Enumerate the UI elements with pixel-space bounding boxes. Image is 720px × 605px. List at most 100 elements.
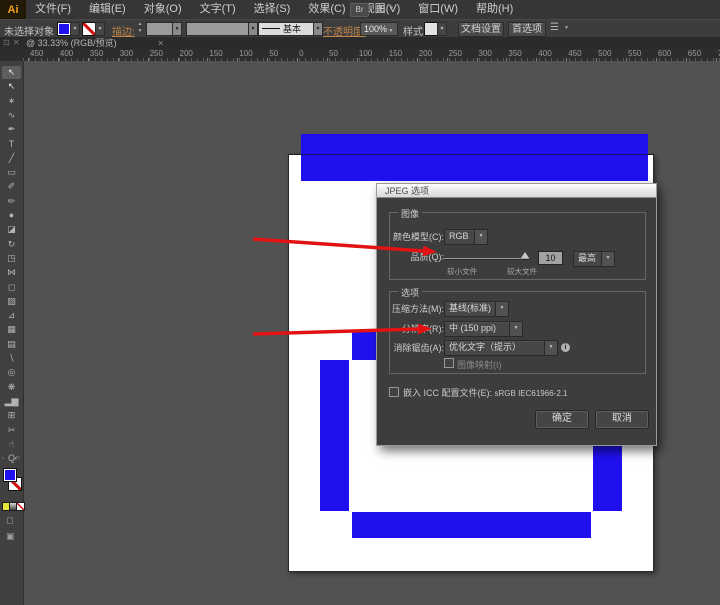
- style-swatch[interactable]: [424, 22, 438, 36]
- menu-item-3[interactable]: 文字(T): [191, 0, 245, 19]
- stroke-style-dropdown-icon[interactable]: ▼: [313, 22, 323, 36]
- canvas-area[interactable]: ↖↖✶∿✒T╱▭✐✏●◪↻◳⋈◻▨⊿▦▤∖◎❋▂▆⊞✂☝Q ▫ ↶ ◻ ▣ JP…: [0, 61, 720, 605]
- quality-value-input[interactable]: 10: [538, 251, 563, 265]
- slice-tool[interactable]: ✂: [2, 424, 21, 437]
- style-dropdown-icon[interactable]: ▼: [437, 22, 447, 36]
- bridge-icon[interactable]: Br: [350, 3, 369, 17]
- pencil-tool[interactable]: ✏: [2, 195, 21, 208]
- none-button[interactable]: [16, 502, 25, 511]
- menu-item-2[interactable]: 对象(O): [135, 0, 191, 19]
- menu-item-8[interactable]: 帮助(H): [467, 0, 522, 19]
- quality-preset-select[interactable]: 最高 ▼: [573, 251, 615, 267]
- gradient-tool[interactable]: ▤: [2, 338, 21, 351]
- scale-tool[interactable]: ◳: [2, 252, 21, 265]
- default-fill-stroke-icon[interactable]: ▫: [2, 456, 4, 462]
- lasso-tool[interactable]: ∿: [2, 109, 21, 122]
- stroke-weight-dropdown-icon[interactable]: ▼: [172, 22, 182, 36]
- blob-brush-tool[interactable]: ●: [2, 209, 21, 222]
- brush-definition-select[interactable]: [186, 22, 249, 36]
- document-setup-button[interactable]: 文档设置: [458, 22, 504, 37]
- menu-item-7[interactable]: 窗口(W): [409, 0, 467, 19]
- blue-rect-small[interactable]: [352, 332, 377, 360]
- chevron-down-icon: ▼: [509, 322, 522, 336]
- ruler-label: 250: [150, 49, 163, 58]
- menu-item-1[interactable]: 编辑(E): [80, 0, 135, 19]
- tab-close-icon[interactable]: ×: [158, 37, 163, 49]
- cancel-button[interactable]: 取消: [596, 411, 648, 428]
- color-model-select[interactable]: RGB ▼: [444, 229, 488, 245]
- stroke-weight-stepper[interactable]: ▲▼: [136, 21, 144, 35]
- type-tool[interactable]: T: [2, 138, 21, 151]
- imagemap-checkbox[interactable]: [444, 358, 454, 368]
- ruler-label: 200: [419, 49, 432, 58]
- ok-button[interactable]: 确定: [536, 411, 588, 428]
- antialias-select[interactable]: 优化文字（提示） ▼: [444, 340, 558, 356]
- magic-wand-tool[interactable]: ✶: [2, 95, 21, 108]
- style-label: 样式:: [403, 23, 426, 38]
- panel-close-icon[interactable]: ✕: [13, 37, 20, 49]
- stroke-weight-value[interactable]: [146, 22, 173, 36]
- blend-tool[interactable]: ◎: [2, 366, 21, 379]
- stroke-color-swatch[interactable]: [82, 22, 96, 36]
- free-transform-tool[interactable]: ◻: [2, 281, 21, 294]
- shape-builder-tool[interactable]: ▨: [2, 295, 21, 308]
- stroke-weight-label[interactable]: 描边:: [112, 23, 135, 38]
- ruler-label: 100: [359, 49, 372, 58]
- paintbrush-tool[interactable]: ✐: [2, 180, 21, 193]
- document-tab[interactable]: @ 33.33% (RGB/预览): [26, 37, 117, 49]
- compression-select[interactable]: 基线(标准) ▼: [444, 301, 509, 317]
- blue-rect-right[interactable]: [593, 444, 622, 511]
- imagemap-label: 图像映射(I): [457, 358, 502, 371]
- swap-fill-stroke-icon[interactable]: ↶: [14, 455, 20, 463]
- fill-swatch[interactable]: [3, 468, 17, 482]
- menu-item-5[interactable]: 效果(C): [299, 0, 354, 19]
- line-segment-tool[interactable]: ╱: [2, 152, 21, 165]
- ruler-label: 200: [180, 49, 193, 58]
- ruler-label: 250: [449, 49, 462, 58]
- blue-rect-bottom[interactable]: [352, 512, 591, 538]
- blue-rect-left[interactable]: [320, 360, 349, 511]
- compression-label: 压缩方法(M):: [383, 303, 444, 316]
- pen-tool[interactable]: ✒: [2, 123, 21, 136]
- preferences-button[interactable]: 首选项: [508, 22, 546, 37]
- width-tool[interactable]: ⋈: [2, 266, 21, 279]
- drawing-mode-icon[interactable]: ◻: [6, 515, 13, 526]
- eraser-tool[interactable]: ◪: [2, 223, 21, 236]
- dialog-title[interactable]: JPEG 选项: [377, 184, 656, 198]
- blue-rect-top[interactable]: [301, 134, 648, 181]
- panel-dock-icon[interactable]: ⊡: [3, 37, 10, 49]
- selection-tool[interactable]: ↖: [2, 66, 21, 79]
- artboard-tool[interactable]: ⊞: [2, 409, 21, 422]
- chevron-down-icon: ▼: [544, 341, 557, 355]
- resolution-select[interactable]: 中 (150 ppi) ▼: [444, 321, 523, 337]
- menu-item-0[interactable]: 文件(F): [26, 0, 80, 19]
- workspace-switcher-icon[interactable]: ⊞ ▼: [376, 2, 394, 15]
- brush-definition-dropdown-icon[interactable]: ▼: [248, 22, 258, 36]
- screen-mode-icon[interactable]: ▣: [6, 531, 15, 542]
- stroke-style-select[interactable]: 基本: [258, 22, 314, 36]
- fill-color-dropdown-icon[interactable]: ▼: [70, 22, 80, 36]
- menu-item-4[interactable]: 选择(S): [245, 0, 300, 19]
- quality-slider-handle[interactable]: [521, 252, 529, 258]
- align-dropdown-icon[interactable]: ▼: [564, 25, 569, 31]
- mesh-tool[interactable]: ▦: [2, 323, 21, 336]
- document-tab-bar: ⊡ ✕ @ 33.33% (RGB/预览) ×: [0, 37, 720, 49]
- eyedropper-tool[interactable]: ∖: [2, 352, 21, 365]
- rectangle-tool[interactable]: ▭: [2, 166, 21, 179]
- rotate-tool[interactable]: ↻: [2, 238, 21, 251]
- opacity-value[interactable]: 100% ▼: [360, 22, 398, 36]
- align-icon[interactable]: ☰: [550, 22, 559, 33]
- ruler-label: 50: [269, 49, 278, 58]
- quality-slider-track[interactable]: [443, 258, 529, 260]
- symbol-sprayer-tool[interactable]: ❋: [2, 381, 21, 394]
- direct-selection-tool[interactable]: ↖: [2, 80, 21, 93]
- icc-label: 嵌入 ICC 配置文件(E): sRGB IEC61966-2.1: [403, 386, 567, 399]
- column-graph-tool[interactable]: ▂▆: [2, 395, 21, 408]
- fill-color-swatch[interactable]: [57, 22, 71, 36]
- hand-tool[interactable]: ☝: [2, 438, 21, 451]
- icc-value: sRGB IEC61966-2.1: [495, 389, 568, 398]
- icc-checkbox[interactable]: [389, 387, 399, 397]
- info-icon[interactable]: i: [561, 343, 570, 352]
- stroke-color-dropdown-icon[interactable]: ▼: [95, 22, 105, 36]
- perspective-grid-tool[interactable]: ⊿: [2, 309, 21, 322]
